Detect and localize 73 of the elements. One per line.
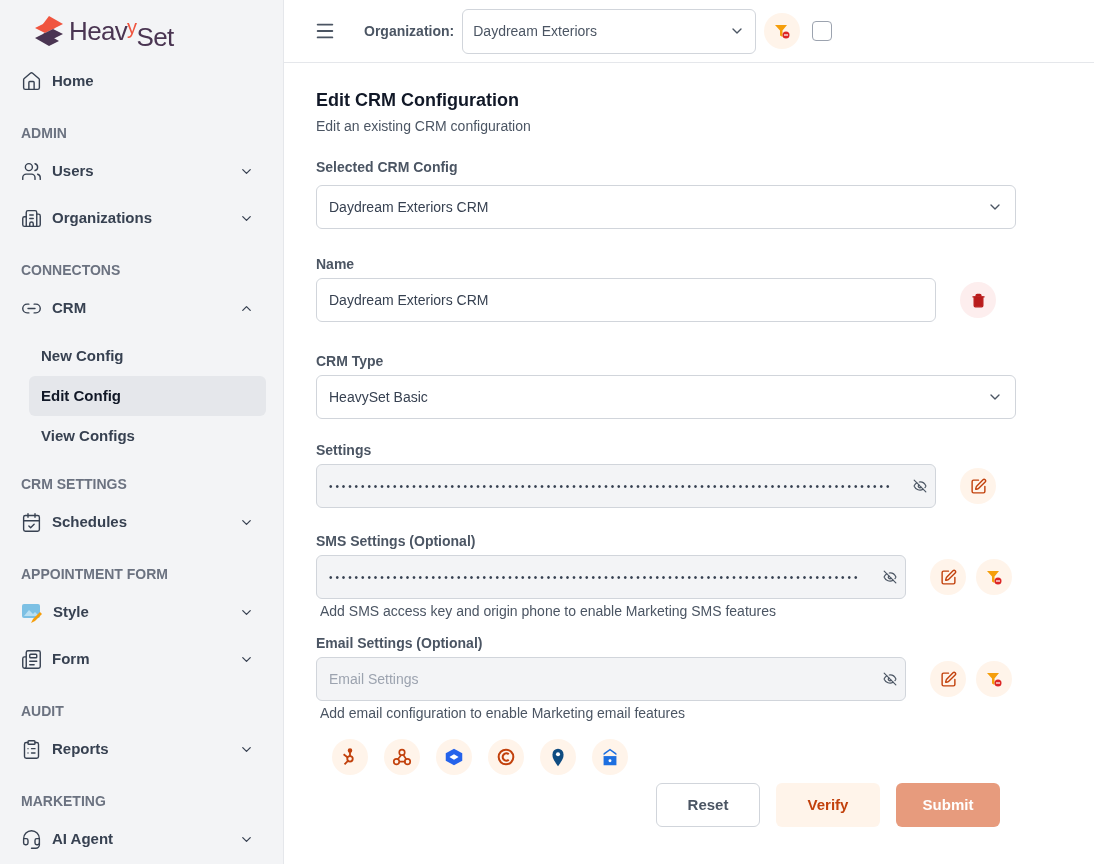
help-text: Add email configuration to enable Marketing email features <box>320 704 686 723</box>
input-field[interactable]: Daydream Exteriors CRM <box>316 278 936 322</box>
nav-item[interactable]: Form <box>21 636 266 683</box>
integration-button[interactable] <box>384 739 420 775</box>
calendar-check-icon <box>21 512 42 533</box>
picture-pencil-icon <box>21 601 43 624</box>
section-heading: MARKETING <box>21 793 107 810</box>
headset-icon <box>21 829 42 850</box>
clear-button[interactable] <box>976 559 1012 595</box>
nav-item[interactable]: CRM <box>21 285 266 332</box>
field-label: SMS Settings (Optional) <box>316 532 477 551</box>
nav-item[interactable]: Home <box>21 58 266 105</box>
filter-remove-icon <box>986 569 1002 585</box>
filter-remove-icon <box>774 23 791 39</box>
users-icon <box>21 161 42 182</box>
organization-select[interactable]: Daydream Exteriors <box>462 8 757 54</box>
clear-button[interactable] <box>976 661 1012 697</box>
edit-button[interactable] <box>960 468 996 504</box>
integration-button[interactable] <box>540 739 576 775</box>
nav-item[interactable]: Schedules <box>21 499 266 546</box>
delete-button[interactable] <box>960 282 996 318</box>
nav-item[interactable]: Organizations <box>21 195 266 242</box>
field-label: Settings <box>316 441 373 460</box>
secret-field[interactable]: •••••••••••••••••••••••••••••••••••••••••••••••••••••••••••••••••••••••••••••••••••••••• <box>316 464 936 508</box>
section-heading: AUDIT <box>21 703 65 720</box>
field-label: Selected CRM Config <box>316 158 459 177</box>
field-label: Email Settings (Optional) <box>316 634 484 653</box>
nav-item[interactable]: Users <box>21 148 266 195</box>
logo-icon <box>33 14 65 48</box>
edit-icon <box>939 670 957 688</box>
page-title: Edit CRM Configuration <box>316 89 520 112</box>
integration-button[interactable] <box>436 739 472 775</box>
nav-item[interactable]: AI Agent <box>21 816 266 863</box>
diamond-icon <box>443 746 465 768</box>
select-field[interactable]: Daydream Exteriors CRM <box>316 185 1016 229</box>
eye-off-icon <box>883 672 897 686</box>
filter-remove-icon <box>986 671 1002 687</box>
edit-icon <box>939 568 957 586</box>
checkbox[interactable] <box>812 21 833 41</box>
clear-filter-button[interactable] <box>764 13 801 49</box>
building-icon <box>21 208 42 229</box>
section-heading: APPOINTMENT FORM <box>21 566 169 583</box>
secret-field[interactable]: ••••••••••••••••••••••••••••••••••••••••••••••••••••••••••••••••••••••••••••••••••• <box>316 555 906 599</box>
trash-icon <box>970 292 986 308</box>
c-ring-icon <box>495 746 517 768</box>
edit-button[interactable] <box>930 559 966 595</box>
nav-item[interactable]: Style <box>21 589 266 636</box>
page-subtitle: Edit an existing CRM configuration <box>316 117 532 136</box>
field-label: Name <box>316 255 356 274</box>
section-heading: ADMIN <box>21 125 68 142</box>
webhook-icon <box>391 746 413 768</box>
clipboard-icon <box>21 739 42 760</box>
form-icon <box>21 649 42 670</box>
section-heading: CRM SETTINGS <box>21 476 128 493</box>
section-heading: CONNECTONS <box>21 262 122 279</box>
field-label: CRM Type <box>316 352 385 371</box>
select-field[interactable]: HeavySet Basic <box>316 375 1016 419</box>
nav-subitem[interactable]: View Configs <box>29 416 266 456</box>
edit-icon <box>969 477 987 495</box>
action-button[interactable]: Verify <box>776 783 880 827</box>
organization-label: Organization: <box>364 21 455 41</box>
nav-subitem[interactable]: Edit Config <box>29 376 266 416</box>
help-text: Add SMS access key and origin phone to enable Marketing SMS features <box>320 602 778 621</box>
action-button[interactable]: Reset <box>656 783 760 827</box>
nav-subitem[interactable]: New Config <box>29 336 266 376</box>
integration-button[interactable] <box>488 739 524 775</box>
home-icon <box>21 71 42 92</box>
eye-off-icon <box>883 570 897 584</box>
integration-button[interactable] <box>592 739 628 775</box>
nav-item[interactable]: Reports <box>21 726 266 773</box>
eye-off-icon <box>913 479 927 493</box>
integration-button[interactable] <box>332 739 368 775</box>
edit-button[interactable] <box>930 661 966 697</box>
